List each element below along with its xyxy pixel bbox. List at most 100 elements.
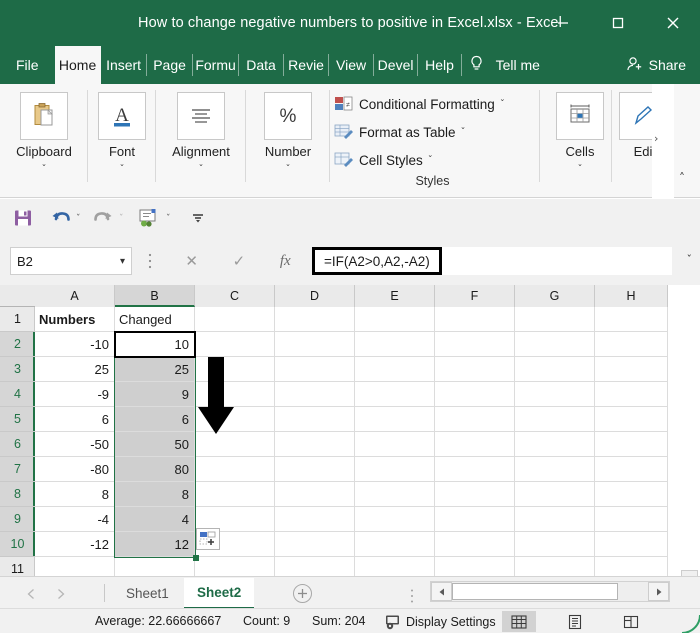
row-header-3[interactable]: 3 [0, 357, 35, 382]
previous-sheet-button[interactable] [22, 585, 40, 603]
scroll-left-button[interactable] [431, 582, 452, 601]
cell-h3[interactable] [595, 357, 668, 382]
cell-c7[interactable] [195, 457, 275, 482]
cell-f10[interactable] [435, 532, 515, 557]
cell-d9[interactable] [275, 507, 355, 532]
cell-d10[interactable] [275, 532, 355, 557]
cell-f6[interactable] [435, 432, 515, 457]
maximize-button[interactable] [590, 0, 645, 46]
tab-review[interactable]: Revie [284, 46, 329, 84]
cell-a9[interactable]: -4 [35, 507, 115, 532]
cell-c1[interactable] [195, 307, 275, 332]
fill-handle[interactable] [193, 555, 199, 561]
cell-a6[interactable]: -50 [35, 432, 115, 457]
sheet-tab-sheet2[interactable]: Sheet2 [184, 578, 254, 609]
column-header-a[interactable]: A [35, 285, 115, 307]
font-a-icon[interactable]: A [98, 92, 146, 140]
save-icon[interactable] [10, 205, 36, 231]
cell-c11[interactable] [195, 557, 275, 576]
clipboard-expand-caret[interactable]: ˇ [0, 164, 88, 175]
cell-f2[interactable] [435, 332, 515, 357]
cell-e4[interactable] [355, 382, 435, 407]
new-sheet-button[interactable] [293, 584, 312, 603]
format-as-table-button[interactable]: Format as Table ˇ [334, 122, 466, 142]
row-header-5[interactable]: 5 [0, 407, 35, 432]
cell-f4[interactable] [435, 382, 515, 407]
cell-a3[interactable]: 25 [35, 357, 115, 382]
cell-f8[interactable] [435, 482, 515, 507]
tab-insert[interactable]: Insert [101, 46, 147, 84]
cell-h10[interactable] [595, 532, 668, 557]
cell-d2[interactable] [275, 332, 355, 357]
cells-expand-caret[interactable]: ˇ [548, 164, 612, 175]
row-header-2[interactable]: 2 [0, 332, 35, 357]
cell-h11[interactable] [595, 557, 668, 576]
cell-h1[interactable] [595, 307, 668, 332]
cell-e7[interactable] [355, 457, 435, 482]
cancel-formula-icon[interactable]: ✕ [185, 252, 198, 270]
column-header-b[interactable]: B [115, 285, 195, 307]
ribbon-group-cells[interactable]: Cells ˇ [548, 84, 612, 198]
chevron-down-icon[interactable]: ˇ [500, 99, 505, 110]
enter-formula-icon[interactable]: ✓ [233, 252, 246, 270]
minimize-button[interactable] [535, 0, 590, 46]
autofill-options-icon[interactable] [196, 528, 220, 550]
cell-b4[interactable]: 9 [115, 382, 195, 407]
row-header-1[interactable]: 1 [0, 307, 35, 332]
cell-d4[interactable] [275, 382, 355, 407]
chevron-down-icon[interactable]: ▾ [120, 256, 125, 267]
cell-e5[interactable] [355, 407, 435, 432]
cell-g8[interactable] [515, 482, 595, 507]
cell-a1[interactable]: Numbers [35, 307, 115, 332]
cell-h9[interactable] [595, 507, 668, 532]
ribbon-group-font[interactable]: A Font ˇ [88, 84, 156, 198]
cell-g5[interactable] [515, 407, 595, 432]
cell-a2[interactable]: -10 [35, 332, 115, 357]
scroll-right-button[interactable] [648, 582, 669, 601]
cell-f3[interactable] [435, 357, 515, 382]
cell-h2[interactable] [595, 332, 668, 357]
column-header-c[interactable]: C [195, 285, 275, 307]
share-mail-icon[interactable] [135, 205, 161, 231]
font-expand-caret[interactable]: ˇ [88, 164, 156, 175]
cell-d3[interactable] [275, 357, 355, 382]
cell-d6[interactable] [275, 432, 355, 457]
share-button[interactable]: Share [619, 46, 700, 84]
cell-a5[interactable]: 6 [35, 407, 115, 432]
cell-b11[interactable] [115, 557, 195, 576]
cell-f7[interactable] [435, 457, 515, 482]
close-button[interactable] [645, 0, 700, 46]
cell-g11[interactable] [515, 557, 595, 576]
cell-b2[interactable]: 10 [115, 332, 195, 357]
cell-a8[interactable]: 8 [35, 482, 115, 507]
customize-qat-icon[interactable] [185, 205, 211, 231]
cell-a7[interactable]: -80 [35, 457, 115, 482]
column-header-f[interactable]: F [435, 285, 515, 307]
column-header-h[interactable]: H [595, 285, 668, 307]
cell-d8[interactable] [275, 482, 355, 507]
row-header-6[interactable]: 6 [0, 432, 35, 457]
column-header-e[interactable]: E [355, 285, 435, 307]
column-header-d[interactable]: D [275, 285, 355, 307]
redo-dropdown-caret[interactable]: ˇ [119, 214, 124, 224]
undo-icon[interactable] [48, 205, 74, 231]
cell-c8[interactable] [195, 482, 275, 507]
tab-page-layout[interactable]: Page [147, 46, 193, 84]
tab-developer[interactable]: Devel [374, 46, 418, 84]
cell-g10[interactable] [515, 532, 595, 557]
cell-b8[interactable]: 8 [115, 482, 195, 507]
column-header-g[interactable]: G [515, 285, 595, 307]
sheet-split-grip[interactable] [410, 588, 414, 604]
cell-f1[interactable] [435, 307, 515, 332]
cell-f5[interactable] [435, 407, 515, 432]
formula-input[interactable]: =IF(A2>0,A2,-A2) [312, 247, 672, 275]
cell-e9[interactable] [355, 507, 435, 532]
ribbon-overflow-chevron[interactable]: › [654, 132, 658, 145]
percent-icon[interactable]: % [264, 92, 312, 140]
cell-a11[interactable] [35, 557, 115, 576]
page-break-view-icon[interactable] [614, 611, 648, 632]
ribbon-group-number[interactable]: % Number ˇ [246, 84, 330, 198]
conditional-formatting-button[interactable]: ≠ Conditional Formatting ˇ [334, 94, 505, 114]
cell-e10[interactable] [355, 532, 435, 557]
cell-e11[interactable] [355, 557, 435, 576]
